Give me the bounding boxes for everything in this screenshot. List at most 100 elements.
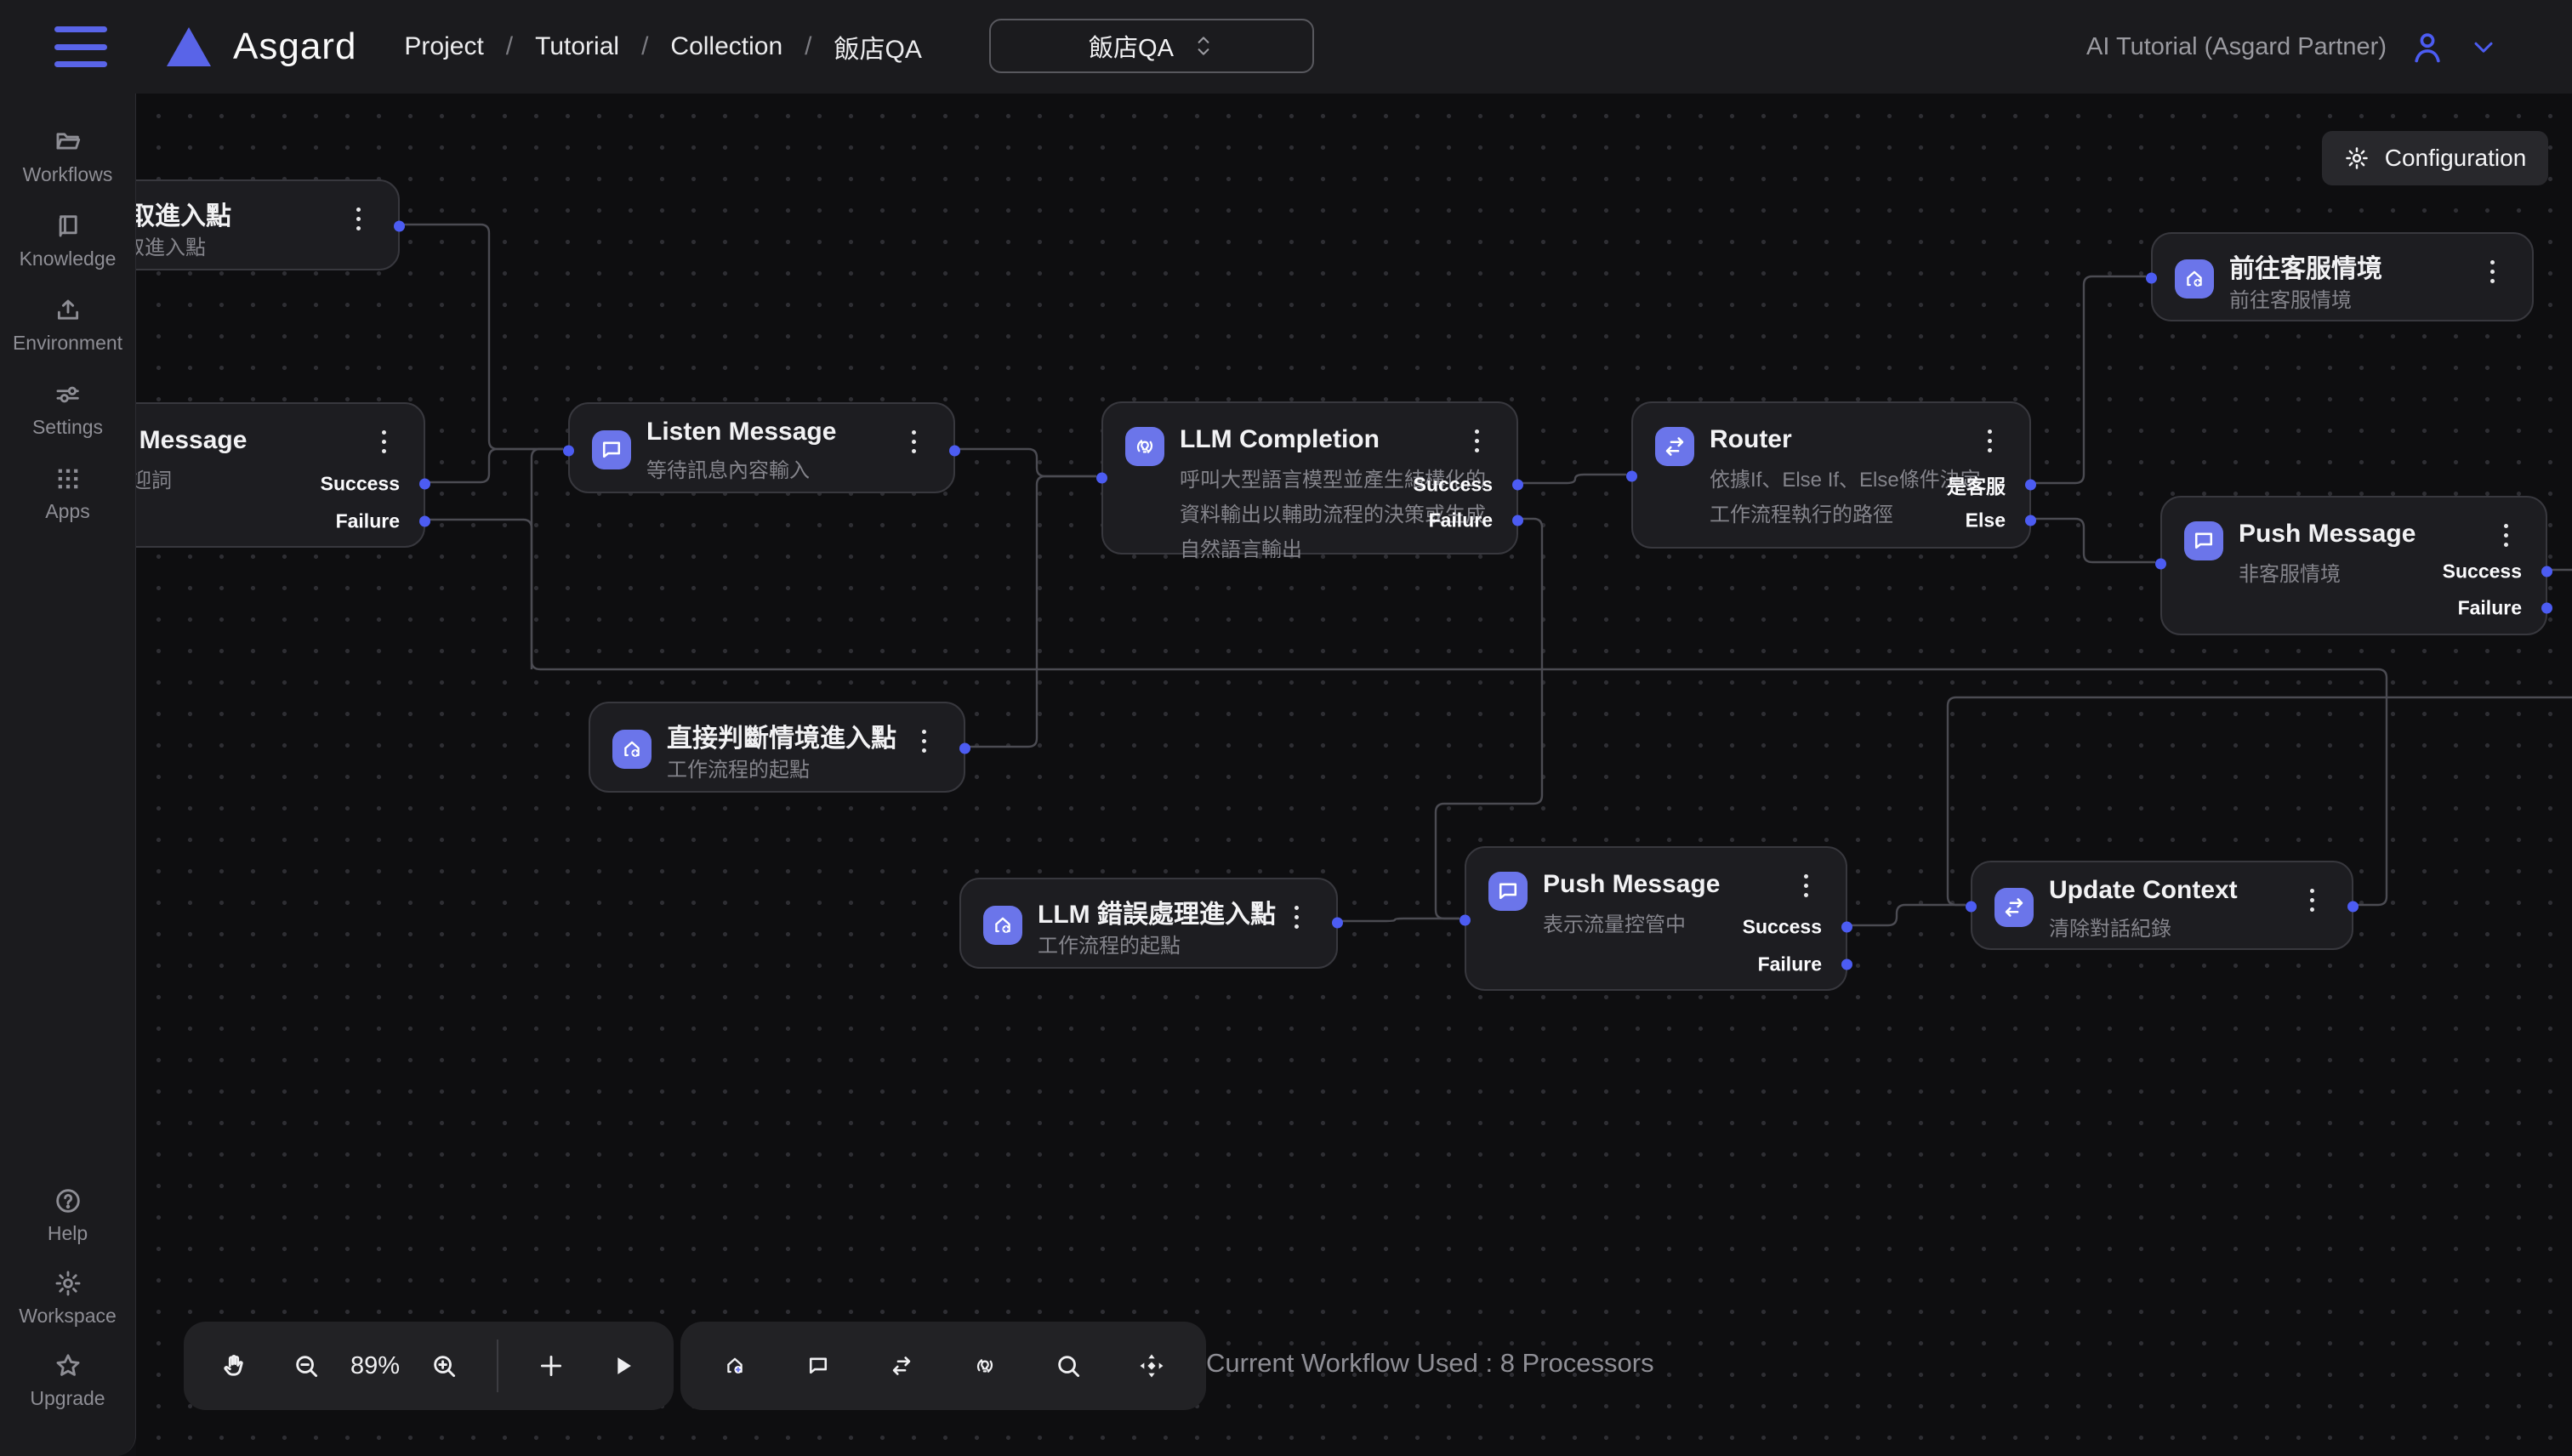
- top-navbar: Asgard Project/Tutorial/Collection/飯店QA …: [0, 0, 2572, 94]
- node-title: 直接判斷情境進入點: [667, 717, 896, 754]
- llm-icon: [973, 1354, 997, 1378]
- zoom-in-button[interactable]: [412, 1322, 476, 1410]
- node-push-welcome[interactable]: Push Message 表示歡迎詞 SuccessFailure: [136, 402, 425, 548]
- sidebar-item-upgrade[interactable]: Upgrade: [0, 1351, 136, 1410]
- node-router[interactable]: Router 依據If、Else If、Else條件決定工作流程執行的路徑 是客…: [1631, 401, 2031, 549]
- node-listen-entry[interactable]: 聽取進入點 聽取進入點: [136, 179, 400, 270]
- chat-icon: [1488, 872, 1528, 911]
- llm-button[interactable]: [953, 1322, 1017, 1410]
- node-menu-icon[interactable]: [2495, 518, 2517, 552]
- output-port[interactable]: [1841, 959, 1852, 970]
- input-port[interactable]: [2155, 559, 2166, 570]
- breadcrumb-item[interactable]: Collection: [670, 32, 782, 61]
- node-menu-icon[interactable]: [1285, 900, 1307, 934]
- output-port[interactable]: [1512, 515, 1523, 526]
- output-port[interactable]: [1512, 480, 1523, 491]
- node-menu-icon[interactable]: [902, 424, 925, 458]
- sidebar-item-apps[interactable]: Apps: [0, 464, 136, 523]
- sidebar-item-workspace[interactable]: Workspace: [0, 1269, 136, 1328]
- zoom-out-icon: [292, 1351, 321, 1380]
- input-port[interactable]: [2146, 273, 2157, 284]
- house-plus-button[interactable]: [703, 1322, 767, 1410]
- node-listen-message[interactable]: Listen Message 等待訊息內容輸入: [568, 402, 955, 493]
- node-llm-error-entry[interactable]: LLM 錯誤處理進入點 工作流程的起點: [959, 878, 1338, 969]
- workflow-canvas[interactable]: 聽取進入點 聽取進入點 Push Message 表示歡迎詞 SuccessFa…: [136, 94, 2572, 1456]
- output-label: Failure: [1429, 509, 1493, 532]
- breadcrumb-item[interactable]: Project: [404, 32, 483, 61]
- sidebar-item-label: Help: [48, 1222, 88, 1245]
- output-port[interactable]: [1841, 922, 1852, 933]
- sidebar-item-label: Apps: [45, 500, 89, 523]
- play-icon: [608, 1351, 637, 1380]
- configuration-button[interactable]: Configuration: [2322, 131, 2548, 185]
- sidebar-item-workflows[interactable]: Workflows: [0, 128, 136, 186]
- gear-icon: [2344, 145, 2370, 171]
- output-port[interactable]: [2541, 603, 2552, 614]
- sidebar-item-help[interactable]: Help: [0, 1186, 136, 1245]
- output-label: Failure: [336, 510, 400, 533]
- node-push-rate-limit[interactable]: Push Message 表示流量控管中 SuccessFailure: [1465, 846, 1847, 991]
- sidebar-item-label: Knowledge: [20, 247, 117, 270]
- chat-button[interactable]: [786, 1322, 851, 1410]
- input-port[interactable]: [1460, 915, 1471, 926]
- input-port[interactable]: [563, 446, 574, 457]
- output-port[interactable]: [2541, 566, 2552, 577]
- node-menu-icon[interactable]: [2481, 254, 2503, 288]
- input-port[interactable]: [1626, 471, 1637, 482]
- house-plus-icon: [723, 1354, 747, 1378]
- output-port[interactable]: [419, 516, 430, 527]
- node-menu-icon[interactable]: [347, 202, 369, 236]
- house-plus-icon: [983, 906, 1022, 945]
- asgard-logo-icon: [167, 27, 211, 66]
- output-port[interactable]: [394, 221, 405, 232]
- plus-button[interactable]: [519, 1322, 583, 1410]
- swap-button[interactable]: [869, 1322, 934, 1410]
- move-button[interactable]: [1119, 1322, 1184, 1410]
- breadcrumb-item[interactable]: Tutorial: [535, 32, 619, 61]
- output-port[interactable]: [2347, 901, 2359, 913]
- workflow-edge: [400, 225, 563, 449]
- book-icon: [54, 212, 83, 241]
- node-menu-icon[interactable]: [1465, 424, 1488, 458]
- output-port[interactable]: [2025, 480, 2036, 491]
- breadcrumb-item[interactable]: 飯店QA: [834, 28, 921, 65]
- node-menu-icon[interactable]: [913, 724, 935, 758]
- chevron-down-icon[interactable]: [2468, 31, 2499, 62]
- input-port[interactable]: [1096, 473, 1107, 484]
- breadcrumb-separator: /: [506, 32, 513, 61]
- output-label: Success: [1414, 474, 1493, 497]
- output-port[interactable]: [959, 743, 970, 754]
- search-button[interactable]: [1036, 1322, 1101, 1410]
- input-port[interactable]: [1966, 901, 1977, 913]
- node-goto-cs-scene[interactable]: 前往客服情境 前往客服情境: [2151, 232, 2534, 321]
- sidebar-item-settings[interactable]: Settings: [0, 380, 136, 439]
- hand-button[interactable]: [202, 1322, 267, 1410]
- workflow-edge: [425, 520, 532, 669]
- node-title: Update Context: [2049, 876, 2238, 905]
- node-push-non-cs[interactable]: Push Message 非客服情境 SuccessFailure: [2160, 496, 2547, 635]
- menu-icon[interactable]: [54, 26, 107, 67]
- output-port[interactable]: [419, 479, 430, 490]
- node-update-context[interactable]: Update Context 清除對話紀錄: [1971, 861, 2353, 950]
- node-subtitle: 聽取進入點: [136, 230, 367, 265]
- zoom-out-button[interactable]: [274, 1322, 339, 1410]
- node-direct-judge-entry[interactable]: 直接判斷情境進入點 工作流程的起點: [589, 702, 965, 793]
- user-avatar-icon[interactable]: [2409, 28, 2446, 65]
- node-title: Listen Message: [646, 418, 836, 446]
- node-llm-completion[interactable]: LLM Completion 呼叫大型語言模型並產生結構化的資料輸出以輔助流程的…: [1101, 401, 1518, 555]
- workflow-selector[interactable]: 飯店QA: [989, 19, 1314, 73]
- node-menu-icon[interactable]: [1978, 424, 2000, 458]
- node-menu-icon[interactable]: [2301, 883, 2323, 917]
- swap-icon: [890, 1354, 913, 1378]
- move-icon: [1137, 1351, 1166, 1380]
- output-port[interactable]: [2025, 515, 2036, 526]
- sidebar: Workflows Knowledge Environment Settings…: [0, 94, 136, 1456]
- sidebar-item-knowledge[interactable]: Knowledge: [0, 212, 136, 270]
- sidebar-item-environment[interactable]: Environment: [0, 296, 136, 355]
- play-button[interactable]: [590, 1322, 655, 1410]
- output-port[interactable]: [949, 446, 960, 457]
- workflow-selector-value: 飯店QA: [1089, 28, 1174, 64]
- output-port[interactable]: [1332, 918, 1343, 929]
- node-menu-icon[interactable]: [373, 424, 395, 458]
- node-menu-icon[interactable]: [1795, 868, 1817, 902]
